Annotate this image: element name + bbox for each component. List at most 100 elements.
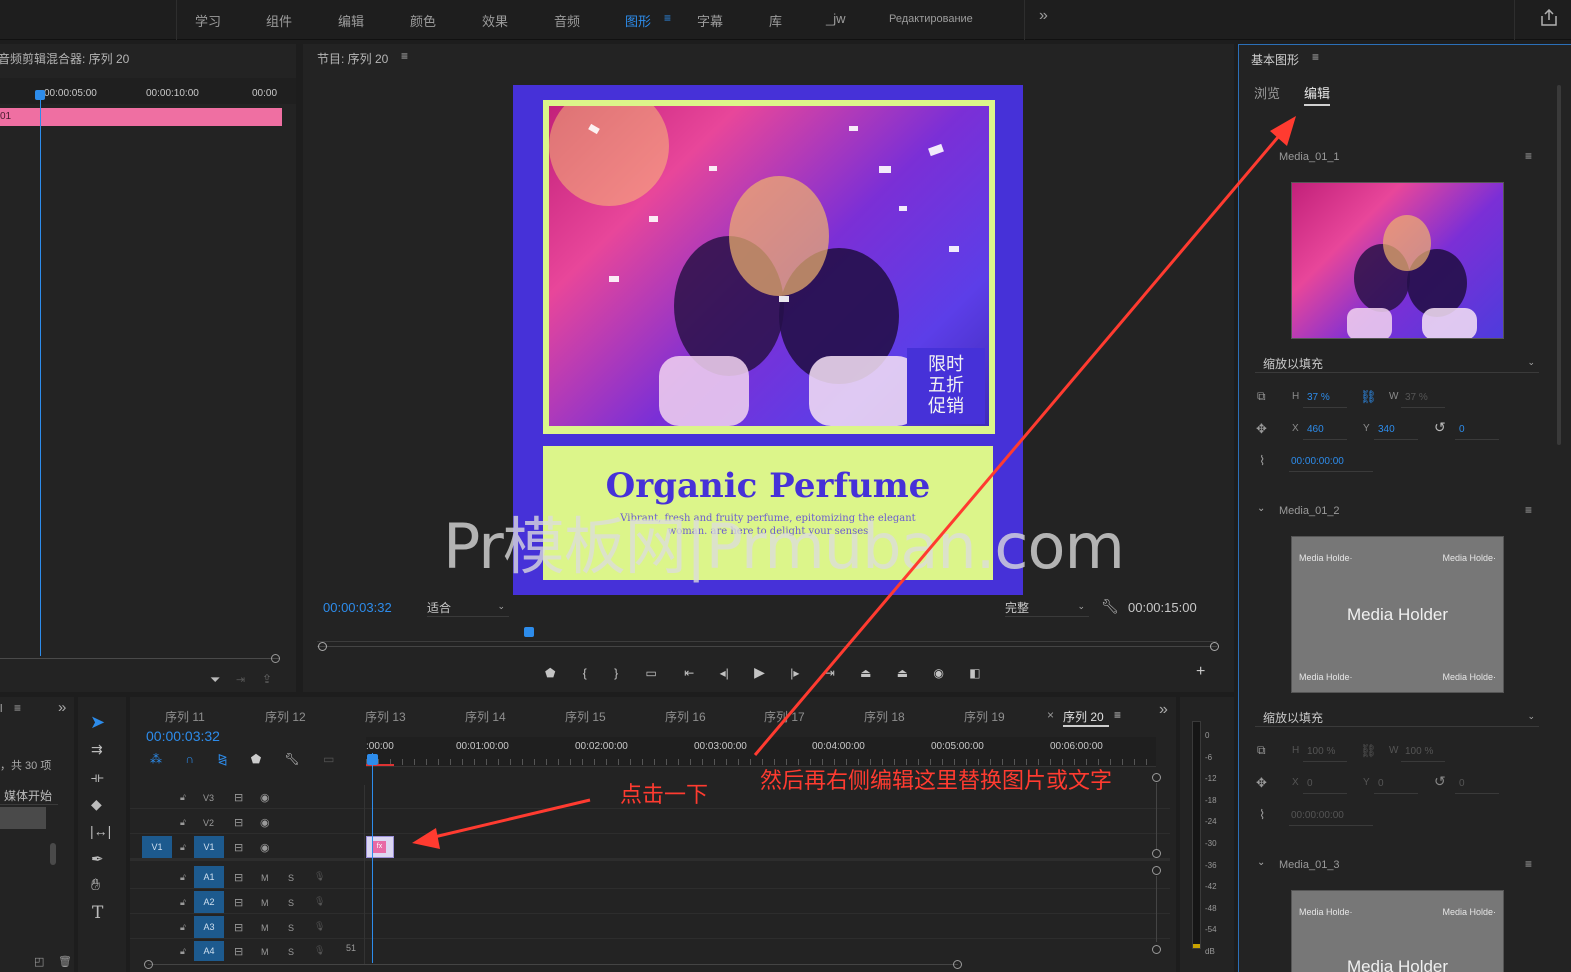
workspace-tab-jw[interactable]: _jw [826, 11, 846, 26]
quality-dropdown[interactable]: 完整 ⌄ [1005, 599, 1089, 617]
project-tab-fragment[interactable]: l [0, 703, 2, 715]
settings-wrench-icon[interactable]: 🔧︎ [285, 752, 300, 766]
scale-mode-dropdown[interactable]: 缩放以填充 ⌄ [1255, 709, 1539, 727]
camera-icon[interactable]: ◉ [933, 666, 943, 680]
graphic-clip[interactable]: fx [366, 836, 394, 858]
zoom-handle-left[interactable] [318, 642, 327, 651]
tab-browse[interactable]: 浏览 [1254, 83, 1280, 102]
lock-icon[interactable]: 🔓︎ [180, 792, 186, 803]
rotation-field[interactable]: 0 [1459, 424, 1465, 435]
lock-icon[interactable]: 🔓︎ [180, 946, 186, 957]
layer-menu-icon[interactable]: ≡ [1525, 503, 1532, 517]
media-holder-thumbnail[interactable]: Media Holde· Media Holde· Media Holder [1291, 890, 1504, 972]
marker-icon[interactable]: ⬟ [545, 666, 555, 680]
project-scrollbar[interactable] [50, 843, 56, 865]
width-field[interactable]: 100 % [1405, 746, 1433, 757]
workspace-tab-learn[interactable]: 学习 [195, 11, 221, 30]
track-target-a3[interactable]: A3 [194, 916, 224, 938]
new-item-icon[interactable]: ◰ [34, 955, 44, 968]
layer-menu-icon[interactable]: ≡ [1525, 149, 1532, 163]
source-patch-v1[interactable]: V1 [142, 836, 172, 858]
sequence-tab[interactable]: 序列 14 [465, 708, 506, 725]
zoom-scrollbar[interactable] [317, 646, 1217, 647]
layer-name[interactable]: Media_01_3 [1279, 859, 1340, 871]
mark-in-icon[interactable]: { [583, 666, 587, 680]
lock-icon[interactable]: 🔓︎ [180, 842, 186, 853]
mic-icon[interactable]: 🎙︎ [314, 871, 325, 882]
add-button-icon[interactable]: + [1196, 663, 1205, 681]
wrench-icon[interactable]: 🔧︎ [1101, 598, 1119, 615]
slip-tool-icon[interactable]: |↔| [90, 823, 111, 839]
go-to-out-icon[interactable]: ⇥ [825, 666, 835, 680]
comparison-view-icon[interactable]: ◧ [969, 666, 980, 680]
layer-name[interactable]: Media_01_1 [1279, 151, 1340, 163]
mute-toggle[interactable]: M [261, 947, 269, 957]
lock-icon[interactable]: 🔓︎ [180, 872, 186, 883]
link-icon[interactable]: ⛓︎ [1360, 389, 1377, 405]
selection-tool-icon[interactable]: ➤ [90, 712, 105, 733]
y-field[interactable]: 340 [1378, 424, 1395, 435]
track-select-tool-icon[interactable]: ⇉ [91, 741, 103, 758]
share-icon[interactable] [1541, 8, 1557, 27]
go-to-in-icon[interactable]: ⇤ [684, 666, 694, 680]
v-scroll-track[interactable] [1156, 876, 1157, 942]
layer-thumbnail[interactable] [1291, 182, 1504, 339]
mic-icon[interactable]: 🎙︎ [314, 896, 325, 907]
v-scroll-handle[interactable] [1152, 866, 1161, 875]
zoom-handle-right[interactable] [1210, 642, 1219, 651]
mic-icon[interactable]: 🎙︎ [314, 921, 325, 932]
step-back-icon[interactable]: ◂| [720, 666, 729, 680]
sync-lock-icon[interactable]: ⊟ [234, 841, 243, 854]
mute-toggle[interactable]: M [261, 898, 269, 908]
height-field[interactable]: 100 % [1307, 746, 1335, 757]
more-workspaces-icon[interactable]: » [1039, 7, 1048, 25]
track-target-v1[interactable]: V1 [194, 836, 224, 858]
project-row-selected[interactable] [0, 807, 46, 829]
workspace-tab-effects[interactable]: 效果 [482, 11, 508, 30]
solo-toggle[interactable]: S [288, 873, 294, 883]
v-scroll-handle[interactable] [1152, 945, 1161, 954]
collapse-chevron-icon[interactable]: ⌄ [1257, 857, 1265, 868]
lock-icon[interactable]: 🔓︎ [180, 897, 186, 908]
program-menu-icon[interactable]: ≡ [401, 49, 408, 63]
mic-icon[interactable]: 🎙︎ [314, 945, 325, 956]
scrollbar-handle[interactable] [271, 654, 280, 663]
extract-icon[interactable]: ⏏ [897, 666, 908, 680]
sync-lock-icon[interactable]: ⊟ [234, 921, 243, 934]
solo-toggle[interactable]: S [288, 923, 294, 933]
eye-icon[interactable]: ◉ [260, 791, 270, 804]
sequence-tab[interactable]: 序列 13 [365, 708, 406, 725]
sequence-tab-active[interactable]: 序列 20 [1063, 708, 1104, 725]
v-scroll-handle[interactable] [1152, 773, 1161, 782]
eye-icon[interactable]: ◉ [260, 816, 270, 829]
workspace-tab-editing[interactable]: 编辑 [338, 11, 364, 30]
sync-lock-icon[interactable]: ⊟ [234, 871, 243, 884]
playhead-timecode[interactable]: 00:00:03:32 [323, 600, 392, 615]
pen-tool-icon[interactable]: ✒︎ [91, 850, 104, 868]
sync-lock-icon[interactable]: ⊟ [234, 945, 243, 958]
v-scroll-track[interactable] [1156, 783, 1157, 849]
monitor-ruler[interactable] [317, 630, 1217, 642]
media-holder-thumbnail[interactable]: Media Holde· Media Holde· Media Holder M… [1291, 536, 1504, 693]
tab-menu-icon[interactable]: ≡ [1114, 708, 1121, 722]
sequence-tab[interactable]: 序列 18 [864, 708, 905, 725]
mark-out-icon[interactable]: } [614, 666, 618, 680]
sequence-tab[interactable]: 序列 15 [565, 708, 606, 725]
x-field[interactable]: 0 [1307, 778, 1313, 789]
sequence-tab[interactable]: 序列 17 [764, 708, 805, 725]
linked-selection-icon[interactable]: ⧎ [217, 752, 227, 766]
workspace-tab-color[interactable]: 颜色 [410, 11, 436, 30]
scrollbar-track[interactable] [0, 658, 280, 659]
trash-icon[interactable]: 🗑︎ [58, 955, 72, 968]
sequence-tab[interactable]: 序列 19 [964, 708, 1005, 725]
time-field[interactable]: 00:00:00:00 [1291, 456, 1344, 467]
collapse-chevron-icon[interactable]: ⌄ [1257, 503, 1265, 514]
ripple-edit-tool-icon[interactable]: ⟛ [91, 769, 104, 786]
layer-name[interactable]: Media_01_2 [1279, 505, 1340, 517]
sync-lock-icon[interactable]: ⊟ [234, 896, 243, 909]
sync-lock-icon[interactable]: ⊟ [234, 816, 243, 829]
more-panels-icon[interactable]: » [58, 699, 66, 716]
h-scroll-handle-right[interactable] [953, 960, 962, 969]
nest-icon[interactable]: ⁂ [150, 752, 162, 766]
timeline-timecode[interactable]: 00:00:03:32 [146, 728, 220, 744]
